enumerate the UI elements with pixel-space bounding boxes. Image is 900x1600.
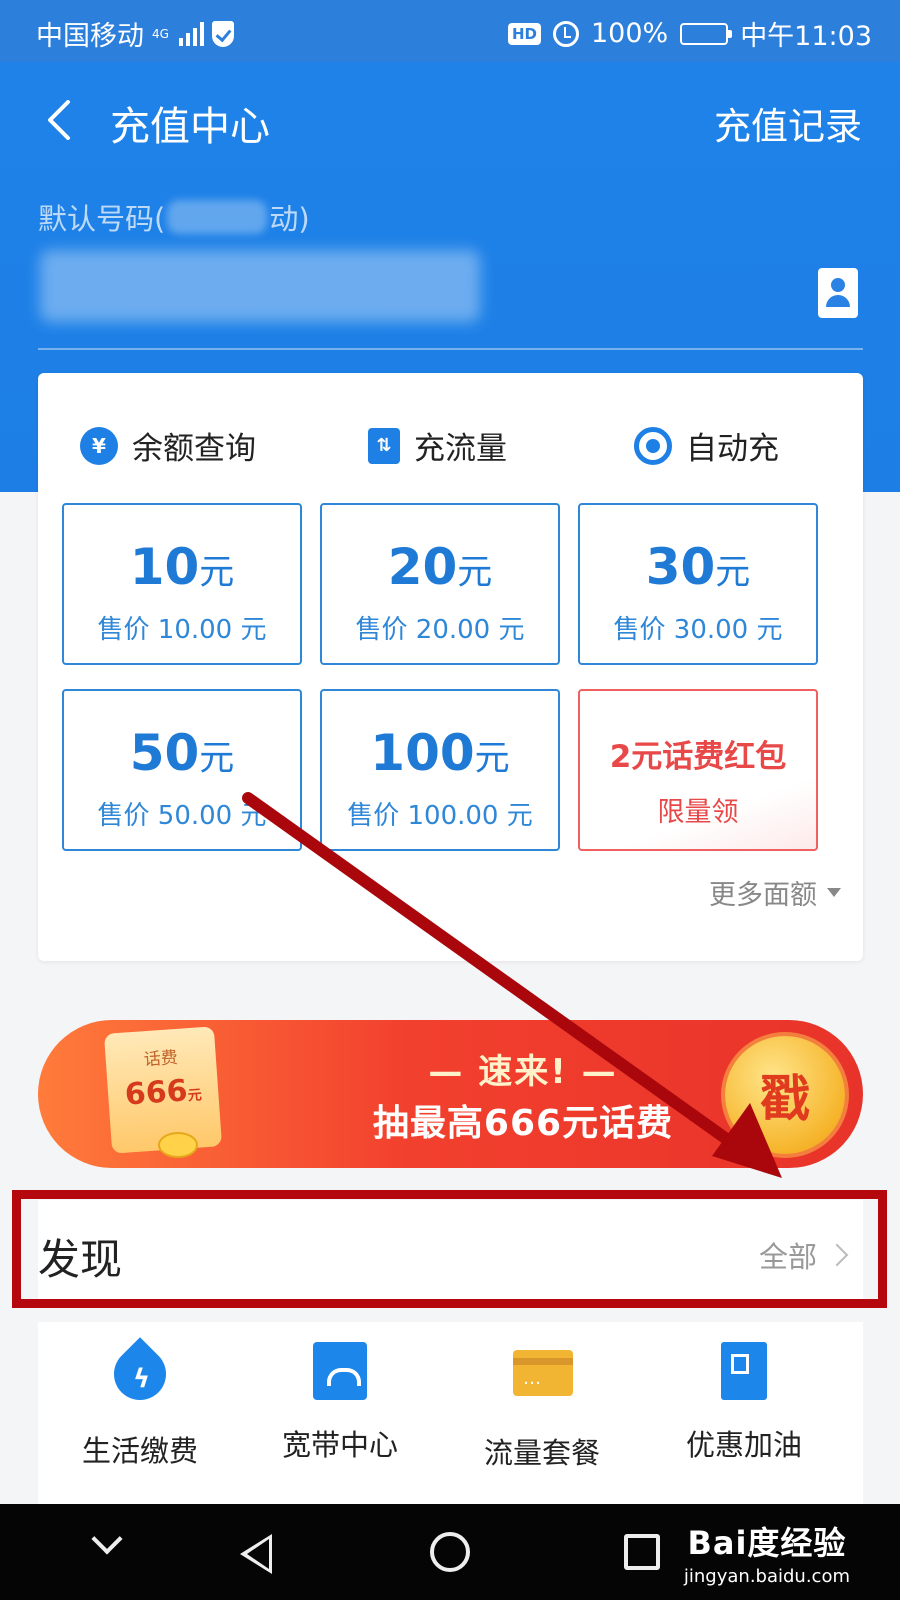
coupon-unit: 元 — [187, 1087, 203, 1105]
utility-drop-icon: ϟ — [103, 1337, 177, 1411]
auto-recharge-button[interactable]: 自动充 — [634, 423, 779, 468]
service-label: 生活缴费 — [81, 1434, 198, 1468]
yuan-search-icon: ¥ — [80, 426, 118, 465]
data-recharge-label: 充流量 — [414, 431, 507, 467]
alarm-icon — [552, 20, 579, 47]
tile-amount: 20元 — [322, 539, 558, 601]
contact-book-icon[interactable] — [818, 268, 858, 318]
network-type: 4G — [152, 26, 169, 41]
amount-value: 30 — [645, 538, 716, 596]
amount-value: 10 — [129, 538, 200, 596]
banner-subline: 抽最高666元话费 — [372, 1103, 674, 1144]
battery-percent: 100% — [590, 18, 669, 49]
watermark-sub: jingyan.baidu.com — [683, 1566, 850, 1587]
amount-value: 100 — [370, 724, 475, 782]
more-amounts-label: 更多面额 — [709, 880, 817, 911]
system-nav-bar: Bai度经验 jingyan.baidu.com — [0, 1504, 900, 1600]
amount-value: 20 — [387, 538, 458, 596]
amount-unit: 元 — [715, 553, 751, 593]
auto-refresh-icon — [634, 426, 672, 465]
caret-down-icon — [827, 888, 841, 897]
default-number-label-end: 动) — [269, 202, 310, 236]
balance-query-button[interactable]: ¥ 余额查询 — [80, 423, 256, 468]
amount-tile-30[interactable]: 30元 售价 30.00 元 — [578, 503, 818, 665]
annotation-highlight-box — [12, 1190, 887, 1308]
service-broadband[interactable]: 宽带中心 — [260, 1342, 420, 1464]
amount-unit: 元 — [474, 739, 510, 779]
nav-back-icon[interactable] — [240, 1534, 272, 1574]
redacted-carrier — [167, 200, 268, 234]
coupon-amount: 666元 — [107, 1071, 219, 1114]
auto-recharge-label: 自动充 — [686, 431, 779, 467]
shield-check-icon — [211, 20, 234, 47]
nav-recent-apps-icon[interactable] — [624, 1534, 660, 1570]
battery-icon — [680, 22, 733, 45]
data-transfer-icon: ⇅ — [368, 427, 400, 464]
status-right: HD 100% 中午11:03 — [507, 14, 872, 53]
tile-price: 售价 50.00 元 — [97, 801, 267, 831]
chevron-down-icon[interactable] — [91, 1523, 123, 1555]
tile-amount: 10元 — [64, 539, 300, 601]
amount-tile-50[interactable]: 50元 售价 50.00 元 — [62, 689, 302, 851]
hd-badge: HD — [507, 22, 541, 45]
baidu-watermark: Bai度经验 jingyan.baidu.com — [684, 1518, 850, 1587]
tile-amount: 100元 — [322, 725, 558, 787]
coupon-amount-value: 666 — [123, 1073, 189, 1113]
amount-tile-20[interactable]: 20元 售价 20.00 元 — [320, 503, 560, 665]
data-recharge-button[interactable]: ⇅ 充流量 — [368, 423, 507, 468]
service-label: 流量套餐 — [483, 1436, 600, 1470]
header-divider — [38, 348, 863, 350]
services-grid: ϟ 生活缴费 宽带中心 流量套餐 优惠加油 — [38, 1322, 863, 1504]
broadband-router-icon — [311, 1342, 369, 1402]
recharge-history-link[interactable]: 充值记录 — [714, 96, 862, 150]
service-utility-payment[interactable]: ϟ 生活缴费 — [60, 1337, 220, 1470]
banner-headline: — 速来! — — [428, 1052, 618, 1092]
data-card-icon — [513, 1350, 573, 1410]
status-bar: 中国移动 4G HD 100% 中午11:03 — [0, 0, 900, 62]
default-number-label-start: 默认号码( — [38, 202, 166, 236]
tile-amount: 30元 — [580, 539, 816, 601]
service-label: 优惠加油 — [685, 1428, 802, 1462]
recharge-card: ¥ 余额查询 ⇅ 充流量 自动充 10元 售价 10.00 元 20元 售价 2… — [38, 373, 863, 961]
watermark-main: Bai度经验 — [687, 1524, 847, 1562]
clock: 中午11:03 — [740, 21, 872, 52]
banner-poke-button[interactable]: 戳 — [725, 1036, 845, 1154]
phone-number-input[interactable] — [40, 250, 480, 322]
nav-home-icon[interactable] — [430, 1532, 470, 1572]
amount-tile-100[interactable]: 100元 售价 100.00 元 — [320, 689, 560, 851]
tile-price: 售价 10.00 元 — [97, 615, 267, 645]
default-number-label: 默认号码( 动) — [38, 196, 310, 238]
service-label: 宽带中心 — [281, 1428, 398, 1462]
red-packet-title: 2元话费红包 — [609, 739, 787, 775]
coupon-graphic: 话费 666元 — [103, 1026, 223, 1154]
lottery-banner[interactable]: 话费 666元 — 速来! — 抽最高666元话费 戳 — [38, 1020, 863, 1168]
service-fuel-discount[interactable]: 优惠加油 — [664, 1342, 824, 1464]
page-title: 充值中心 — [110, 104, 270, 150]
fuel-pump-icon — [715, 1342, 773, 1402]
tile-price: 售价 100.00 元 — [347, 801, 533, 831]
amount-unit: 元 — [199, 553, 235, 593]
service-data-plan[interactable]: 流量套餐 — [462, 1342, 622, 1472]
chevron-left-icon[interactable] — [42, 100, 82, 140]
status-left: 中国移动 4G — [36, 14, 234, 53]
amount-value: 50 — [129, 724, 200, 782]
red-packet-tile[interactable]: 2元话费红包 限量领 — [578, 689, 818, 851]
coin-icon — [158, 1132, 198, 1158]
signal-icon — [178, 21, 204, 46]
tile-price: 售价 20.00 元 — [355, 615, 525, 645]
tile-amount: 50元 — [64, 725, 300, 787]
red-packet-subtitle: 限量领 — [657, 797, 739, 828]
more-amounts-button[interactable]: 更多面额 — [709, 873, 841, 912]
amount-unit: 元 — [457, 553, 493, 593]
amount-unit: 元 — [199, 739, 235, 779]
coupon-label: 话费 — [143, 1047, 179, 1071]
balance-query-label: 余额查询 — [132, 431, 256, 467]
carrier-name: 中国移动 — [36, 21, 144, 52]
tile-price: 售价 30.00 元 — [613, 615, 783, 645]
amount-tile-10[interactable]: 10元 售价 10.00 元 — [62, 503, 302, 665]
